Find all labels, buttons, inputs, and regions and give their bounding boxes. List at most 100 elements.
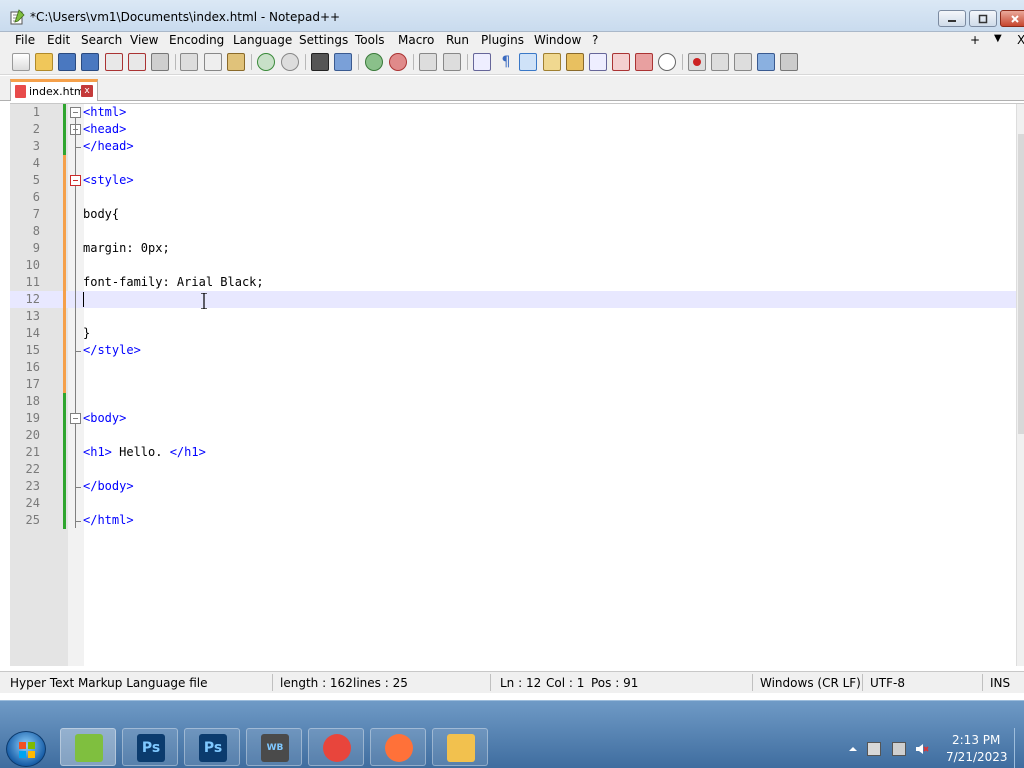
network-icon[interactable] — [892, 742, 906, 756]
code-line[interactable]: 11 font-family: Arial Black; — [10, 274, 1016, 291]
code-line[interactable]: 17 — [10, 376, 1016, 393]
tab-list-dropdown-button[interactable]: ▼ — [994, 33, 1002, 44]
menu-tools[interactable]: Tools — [355, 33, 385, 47]
clock-date[interactable]: 7/21/2023 — [946, 750, 1008, 764]
tab-close-icon[interactable]: x — [81, 85, 93, 97]
run-macro-multiple-icon[interactable] — [757, 53, 775, 71]
close-tab-button[interactable]: X — [1017, 33, 1024, 47]
photoshop-2-task-button[interactable]: Ps — [184, 728, 240, 766]
workbench-task-button[interactable]: WB 12 — [246, 728, 302, 766]
menu-help[interactable]: ? — [592, 33, 598, 47]
sync-horizontal-icon[interactable] — [443, 53, 461, 71]
code-line[interactable]: 6 — [10, 189, 1016, 206]
close-window-button[interactable] — [1000, 10, 1024, 27]
fold-style-icon[interactable] — [70, 175, 81, 186]
photoshop-task-button[interactable]: Ps — [122, 728, 178, 766]
zoom-in-icon[interactable] — [365, 53, 383, 71]
start-button[interactable] — [6, 731, 46, 767]
code-line[interactable]: 5 <style> — [10, 172, 1016, 189]
stop-macro-icon[interactable] — [711, 53, 729, 71]
notepadpp-task-button[interactable] — [60, 728, 116, 766]
code-line[interactable]: 8 — [10, 223, 1016, 240]
replace-icon[interactable] — [334, 53, 352, 71]
code-line[interactable]: 13 — [10, 308, 1016, 325]
menu-view[interactable]: View — [130, 33, 158, 47]
code-line[interactable]: 19 <body> — [10, 410, 1016, 427]
editor-area[interactable]: 1 <html> 2 <head> 3 </head> 4 5 <style> 6 7 body{8 9… — [10, 103, 1024, 666]
udl-icon[interactable] — [543, 53, 561, 71]
firefox-task-button[interactable] — [370, 728, 426, 766]
code-line[interactable]: 7 body{ — [10, 206, 1016, 223]
code-line[interactable]: 22 — [10, 461, 1016, 478]
scrollbar-thumb[interactable] — [1018, 134, 1024, 434]
code-line[interactable]: 24 — [10, 495, 1016, 512]
print-icon[interactable] — [151, 53, 169, 71]
menu-settings[interactable]: Settings — [299, 33, 348, 47]
indent-guide-icon[interactable] — [519, 53, 537, 71]
current-line[interactable]: 12 — [10, 291, 1016, 308]
show-desktop-button[interactable] — [1014, 728, 1024, 768]
record-macro-icon[interactable] — [688, 53, 706, 71]
fold-body-icon[interactable] — [70, 413, 81, 424]
menu-edit[interactable]: Edit — [47, 33, 70, 47]
zoom-out-icon[interactable] — [389, 53, 407, 71]
show-hidden-icons-icon[interactable] — [846, 742, 860, 756]
code-line[interactable]: 3 </head> — [10, 138, 1016, 155]
menu-run[interactable]: Run — [446, 33, 469, 47]
undo-icon[interactable] — [257, 53, 275, 71]
code-line[interactable]: 9 margin: 0px; — [10, 240, 1016, 257]
menu-macro[interactable]: Macro — [398, 33, 434, 47]
doc-map-icon[interactable] — [566, 53, 584, 71]
fold-html-icon[interactable] — [70, 107, 81, 118]
menu-file[interactable]: File — [15, 33, 35, 47]
paste-icon[interactable] — [227, 53, 245, 71]
find-icon[interactable] — [311, 53, 329, 71]
code-line[interactable]: 18 — [10, 393, 1016, 410]
code-line[interactable]: 10 — [10, 257, 1016, 274]
new-file-icon[interactable] — [12, 53, 30, 71]
redo-icon[interactable] — [281, 53, 299, 71]
code-line[interactable]: 20 — [10, 427, 1016, 444]
close-all-icon[interactable] — [128, 53, 146, 71]
action-center-icon[interactable] — [867, 742, 881, 756]
cut-icon[interactable] — [180, 53, 198, 71]
function-list-icon[interactable] — [589, 53, 607, 71]
clock-time[interactable]: 2:13 PM — [952, 733, 1000, 747]
chrome-task-button[interactable] — [308, 728, 364, 766]
status-insert-mode[interactable]: INS — [990, 676, 1010, 690]
code-line[interactable]: 16 — [10, 359, 1016, 376]
code-line[interactable]: 21 <h1> Hello. </h1> — [10, 444, 1016, 461]
code-line[interactable]: 15 </style> — [10, 342, 1016, 359]
word-wrap-icon[interactable] — [473, 53, 491, 71]
save-macro-icon[interactable] — [780, 53, 798, 71]
show-all-chars-icon[interactable]: ¶ — [497, 53, 515, 71]
close-file-icon[interactable] — [105, 53, 123, 71]
play-macro-icon[interactable] — [734, 53, 752, 71]
code-line[interactable]: 2 <head> — [10, 121, 1016, 138]
menu-search[interactable]: Search — [81, 33, 122, 47]
monitor-icon[interactable] — [635, 53, 653, 71]
copy-icon[interactable] — [204, 53, 222, 71]
code-line[interactable]: 4 — [10, 155, 1016, 172]
open-file-icon[interactable] — [35, 53, 53, 71]
minimize-button[interactable] — [938, 10, 966, 27]
menu-window[interactable]: Window — [534, 33, 581, 47]
tab-index-html[interactable]: index.html x — [10, 79, 98, 101]
code-line[interactable]: 14} — [10, 325, 1016, 342]
save-icon[interactable] — [58, 53, 76, 71]
sync-vertical-icon[interactable] — [419, 53, 437, 71]
new-tab-plus-button[interactable]: + — [970, 33, 980, 47]
menu-language[interactable]: Language — [233, 33, 292, 47]
eye-icon[interactable] — [658, 53, 676, 71]
menu-encoding[interactable]: Encoding — [169, 33, 224, 47]
status-encoding[interactable]: UTF-8 — [870, 676, 905, 690]
save-all-icon[interactable] — [81, 53, 99, 71]
menu-plugins[interactable]: Plugins — [481, 33, 524, 47]
status-eol[interactable]: Windows (CR LF) — [760, 676, 861, 690]
folder-workspace-icon[interactable] — [612, 53, 630, 71]
vertical-scrollbar[interactable] — [1016, 104, 1024, 666]
code-line[interactable]: 25 </html> — [10, 512, 1016, 529]
code-line[interactable]: 23 </body> — [10, 478, 1016, 495]
code-line[interactable]: 1 <html> — [10, 104, 1016, 121]
volume-muted-icon[interactable] — [915, 742, 929, 756]
